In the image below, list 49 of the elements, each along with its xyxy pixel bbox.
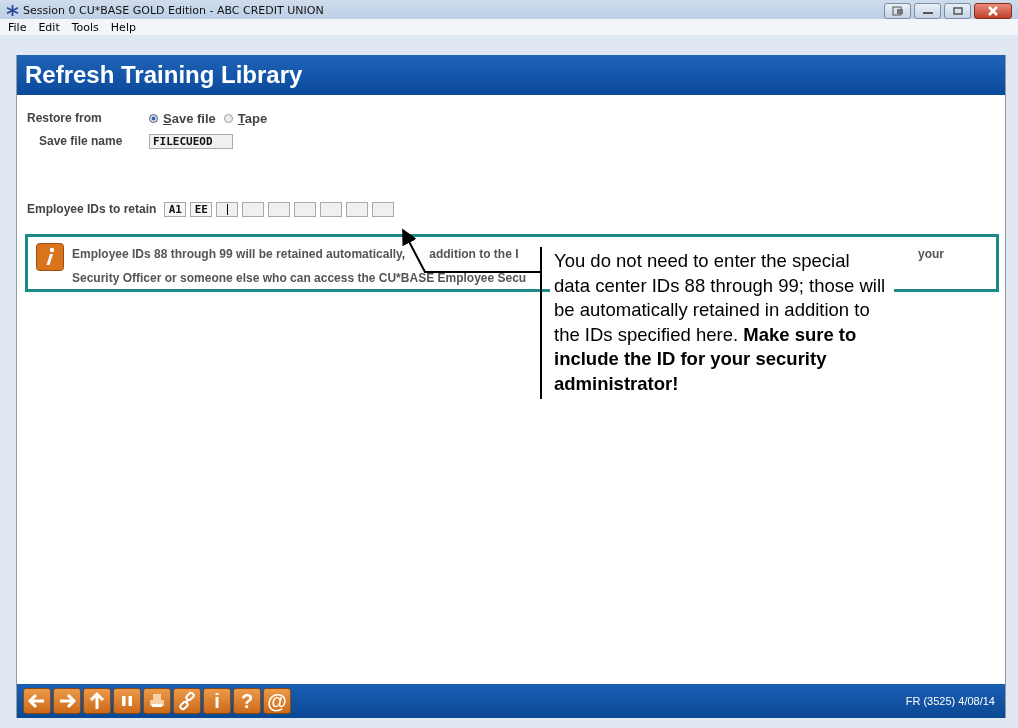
input-field[interactable] [372,201,395,217]
menu-item[interactable]: Edit [38,20,60,34]
back-button[interactable] [23,688,51,714]
print-button[interactable] [143,688,171,714]
input-field[interactable] [294,201,317,217]
input-field[interactable]: FILECUEOD [149,133,233,149]
app-icon [6,4,19,17]
input-field[interactable] [320,201,343,217]
forward-button[interactable] [53,688,81,714]
page-heading: Refresh Training Library [25,61,303,89]
close-button[interactable] [974,2,1012,19]
minimize-icon [922,12,933,14]
input-field[interactable] [268,201,291,217]
menu-item[interactable]: Help [110,20,136,34]
right-arrow-icon [57,691,77,711]
window-icon [891,5,904,16]
link-icon [177,691,197,711]
info-icon [36,243,64,271]
callout-text: You do not need to enter the special data center IDs 88 through 99; those will be automatically retained in addition to the IDs specified here. Make sure to include the ID for your security administrator! [554,249,887,396]
up-button[interactable] [83,688,111,714]
info-text: Employee IDs 88 through 99 will be retained automatically, [72,247,406,261]
field-label: Restore from [27,111,103,125]
left-arrow-icon [27,691,47,711]
input-field[interactable] [346,201,369,217]
radio-label[interactable]: Save file [163,110,216,126]
field-label: Save file name [38,134,124,148]
close-icon [987,5,999,16]
radio-label[interactable]: Tape [237,110,268,126]
status-text: FR (3525) 4/08/14 [905,695,995,707]
restore-session-button[interactable] [884,2,911,19]
pause-button[interactable] [113,688,141,714]
radio-button[interactable] [149,113,158,123]
radio-button[interactable] [223,113,233,123]
maximize-icon [951,5,964,16]
info-text: addition to the I [429,247,519,261]
input-field[interactable] [242,201,265,217]
up-arrow-icon [87,691,107,711]
input-field[interactable]: EE [190,201,213,217]
maximize-button[interactable] [944,2,971,19]
info-text: Security Officer or someone else who can access the CU*BASE Employee Secu [72,271,527,285]
info-text: your [918,247,944,261]
menu-item[interactable]: Tools [71,20,99,34]
input-field[interactable] [216,201,239,217]
link-button[interactable] [173,688,201,714]
field-label: Employee IDs to retain [27,202,157,216]
minimize-button[interactable] [914,2,941,19]
input-field[interactable]: A1 [164,201,187,217]
menu-item[interactable]: File [8,20,27,34]
window-title: Session 0 CU*BASE GOLD Edition - ABC CREDIT UNION [23,4,324,17]
